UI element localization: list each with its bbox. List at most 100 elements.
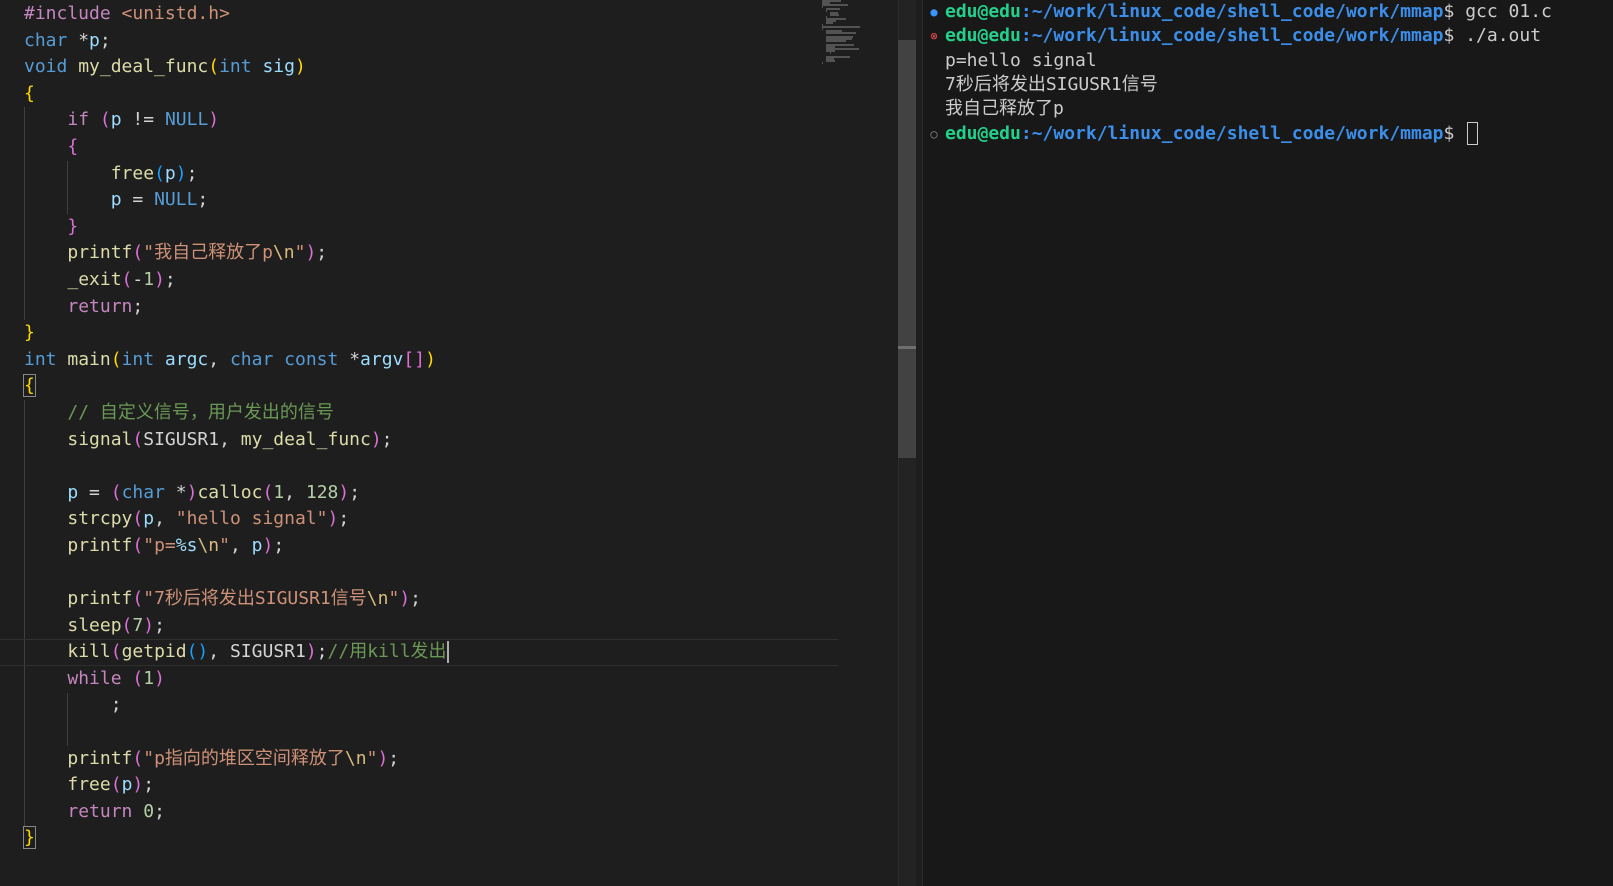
terminal-panel[interactable]: ● edu@edu:~/work/linux_code/shell_code/wo… (922, 0, 1613, 886)
code-token: calloc (197, 481, 263, 503)
code-line[interactable] (24, 719, 824, 746)
code-token: , (284, 481, 306, 503)
code-token: argv (360, 348, 404, 370)
code-line[interactable]: void my_deal_func(int sig) (24, 54, 824, 81)
code-token: ; (388, 747, 400, 769)
code-token: SIGUSR1 (229, 641, 306, 663)
code-token: ( (262, 481, 274, 503)
code-line[interactable]: } (24, 320, 824, 347)
code-line[interactable]: } (23, 825, 824, 852)
code-line[interactable]: signal(SIGUSR1, my_deal_func); (24, 427, 824, 454)
code-token: SIGUSR1 (143, 428, 220, 450)
minimap-line (822, 62, 823, 64)
code-line[interactable]: { (23, 373, 824, 400)
code-token: * (338, 348, 361, 370)
code-line[interactable]: return 0; (24, 799, 824, 826)
code-token: p (110, 189, 122, 211)
code-line[interactable] (24, 453, 824, 480)
command-status-none-icon[interactable]: ○ (928, 122, 940, 146)
code-line[interactable]: ; (24, 692, 824, 719)
code-line[interactable]: strcpy(p, "hello signal"); (24, 506, 824, 533)
code-token: %s (175, 534, 198, 556)
code-line[interactable]: int main(int argc, char const *argv[]) (24, 347, 824, 374)
code-token: ; (381, 428, 393, 450)
code-token: != (121, 109, 165, 131)
code-token: void (24, 56, 68, 78)
code-token: * (164, 481, 187, 503)
code-line[interactable]: free(p); (24, 161, 824, 188)
terminal-output-line: p=hello signal (945, 49, 1097, 73)
code-token: ) (305, 242, 317, 264)
code-line[interactable]: // 自定义信号，用户发出的信号 (24, 400, 824, 427)
code-line[interactable]: { (24, 134, 824, 161)
code-token: { (67, 135, 79, 157)
code-token: ) (425, 348, 436, 370)
code-line[interactable]: p = NULL; (24, 187, 824, 214)
code-line[interactable]: p = (char *)calloc(1, 128); (24, 480, 824, 507)
code-line[interactable]: printf("7秒后将发出SIGUSR1信号\n"); (24, 586, 824, 613)
code-token: ( (121, 268, 133, 290)
code-lines[interactable]: #include <unistd.h> char *p; void my_deal_… (0, 1, 838, 852)
code-token: * (67, 29, 90, 51)
code-editor[interactable]: #include <unistd.h> char *p; void my_deal_… (0, 0, 922, 886)
code-token: \n (366, 588, 389, 610)
code-line[interactable]: sleep(7); (24, 613, 824, 640)
code-line[interactable]: printf("p指向的堆区空间释放了\n"); (24, 746, 824, 773)
minimap-line (822, 6, 823, 8)
code-token: printf (67, 588, 133, 610)
code-line[interactable]: _exit(-1); (24, 267, 824, 294)
prompt-path: :~/work/linux_code/shell_code/work/mmap (1020, 122, 1444, 144)
code-token: ; (186, 162, 198, 184)
code-token: ) (143, 614, 155, 636)
code-line[interactable]: printf("p=%s\n", p); (24, 533, 824, 560)
prompt-user: edu@edu (945, 122, 1021, 144)
code-line[interactable]: return; (24, 294, 824, 321)
code-line[interactable]: char *p; (24, 28, 824, 55)
code-token: kill (67, 641, 111, 663)
minimap-line (826, 8, 840, 10)
code-token: #include (24, 3, 122, 24)
code-line[interactable]: printf("我自己释放了p\n"); (24, 240, 824, 267)
code-token: ( (132, 534, 144, 556)
minimap-line (826, 40, 846, 42)
command-status-error-icon[interactable]: ⊗ (928, 24, 940, 48)
code-line[interactable]: while (1) (24, 666, 824, 693)
code-line[interactable]: kill(getpid(), SIGUSR1);//用kill发出 (0, 639, 838, 666)
code-token: NULL (164, 109, 209, 131)
code-token: ; (110, 694, 122, 716)
code-token: ; (349, 481, 361, 503)
code-line[interactable]: } (24, 214, 824, 241)
code-token: " (219, 534, 230, 556)
command-status-success-icon[interactable]: ● (928, 0, 940, 24)
code-line[interactable]: if (p != NULL) (24, 107, 824, 134)
code-token: ) (399, 588, 411, 610)
code-token: int (219, 56, 252, 78)
minimap-line (826, 60, 835, 62)
code-token: ; (99, 29, 111, 51)
code-token: ( (99, 109, 111, 131)
code-token: ; (154, 614, 165, 636)
code-token: , (229, 534, 252, 556)
code-token: [] (403, 348, 426, 370)
code-line[interactable] (24, 559, 824, 586)
code-token: " (388, 588, 400, 610)
editor-scrollbar-thumb[interactable] (898, 40, 916, 458)
code-token: 128 (305, 481, 339, 503)
code-token: ( (132, 747, 144, 769)
terminal-prompt-line: edu@edu:~/work/linux_code/shell_code/wor… (945, 122, 1479, 146)
minimap[interactable] (822, 0, 870, 70)
code-line[interactable]: free(p); (24, 772, 824, 799)
code-token: ) (154, 667, 165, 689)
code-token: \n (272, 242, 295, 264)
code-line[interactable]: #include <unistd.h> (24, 1, 824, 28)
prompt-path: :~/work/linux_code/shell_code/work/mmap (1020, 1, 1444, 22)
code-line[interactable]: { (24, 81, 824, 108)
code-token: p (67, 481, 79, 503)
